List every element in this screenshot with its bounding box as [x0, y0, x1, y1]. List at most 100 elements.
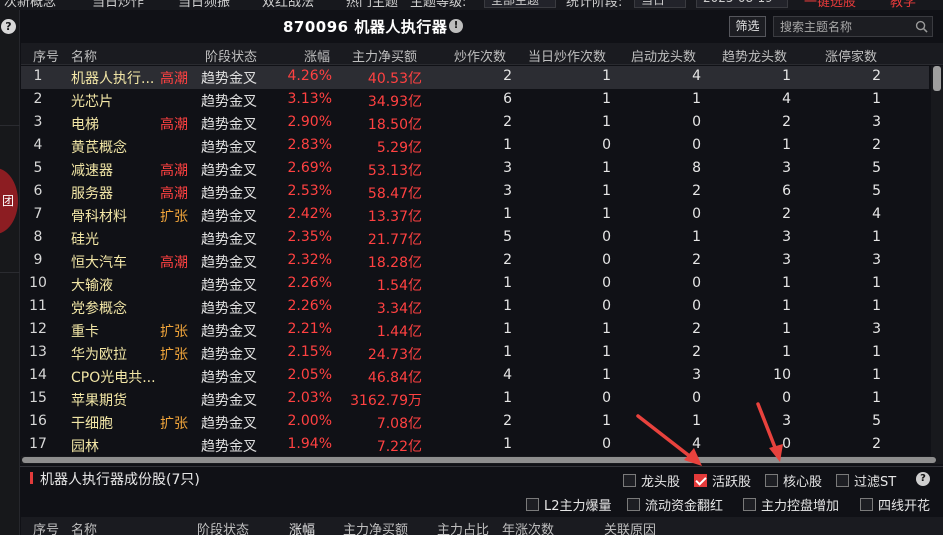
row-index: 5: [33, 160, 43, 176]
row-limit-up-count: 5: [872, 183, 881, 199]
row-hype-count: 3: [503, 160, 512, 176]
help-icon[interactable]: ?: [916, 472, 930, 486]
col-daily-hype-count[interactable]: 当日炒作次数: [528, 46, 606, 65]
table-row[interactable]: 17 园林 趋势金叉 1.94% 7.22亿 1 0 4 0 2: [21, 434, 929, 456]
col-start-leader[interactable]: 启动龙头数: [631, 46, 696, 65]
row-index: 2: [33, 91, 43, 107]
row-theme-name: CPO光电共...: [71, 370, 156, 386]
row-change-pct: 2.15%: [287, 344, 332, 360]
checkbox-box[interactable]: [526, 498, 539, 511]
table-row[interactable]: 13 华为欧拉 扩张 趋势金叉 2.15% 24.73亿 1 1 2 1 1: [21, 342, 929, 365]
table-row[interactable]: 7 骨科材料 扩张 趋势金叉 2.42% 13.37亿 1 1 0 2 4: [21, 204, 929, 227]
row-index: 15: [29, 390, 47, 406]
table-row[interactable]: 1 机器人执行... 高潮 趋势金叉 4.26% 40.53亿 2 1 4 1 2: [21, 66, 929, 89]
help-icon[interactable]: ?: [1, 19, 16, 34]
core-stock-checkbox[interactable]: 核心股: [765, 471, 822, 490]
top-toolbar: 次新概念 当日炒作 当日频振 双红战法 热门主题 主题等级: 全部主题 统计阶段…: [0, 0, 943, 10]
col-yearly-limit-count[interactable]: 年涨次数: [502, 519, 554, 535]
table-row[interactable]: 2 光芯片 趋势金叉 3.13% 34.93亿 6 1 1 4 1: [21, 89, 929, 112]
l2-volume-burst-checkbox[interactable]: L2主力爆量: [526, 495, 612, 514]
col-index[interactable]: 序号: [33, 519, 59, 535]
row-hype-count: 2: [503, 413, 512, 429]
table-row[interactable]: 3 电梯 高潮 趋势金叉 2.90% 18.50亿 2 1 0 2 3: [21, 112, 929, 135]
table-row[interactable]: 12 重卡 扩张 趋势金叉 2.21% 1.44亿 1 1 2 1 3: [21, 319, 929, 342]
row-change-pct: 2.69%: [287, 160, 332, 176]
search-icon[interactable]: [915, 20, 928, 33]
row-change-pct: 2.05%: [287, 367, 332, 383]
row-trend-leader-count: 1: [782, 321, 791, 337]
top-tab-daily-swing[interactable]: 当日频振: [178, 0, 230, 10]
table-row[interactable]: 11 党参概念 趋势金叉 2.26% 3.34亿 1 0 0 1 1: [21, 296, 929, 319]
table-row[interactable]: 10 大输液 趋势金叉 2.26% 1.54亿 1 0 0 1 1: [21, 273, 929, 296]
row-hype-count: 2: [503, 68, 512, 84]
col-limit-up[interactable]: 涨停家数: [825, 46, 877, 65]
row-daily-hype-count: 0: [602, 137, 611, 153]
vertical-scrollbar[interactable]: [931, 66, 943, 456]
row-stage-tag: 高潮: [160, 117, 188, 133]
search-input[interactable]: [774, 17, 932, 36]
col-hype-count[interactable]: 炒作次数: [454, 46, 506, 65]
date-picker[interactable]: 2025-08-19: [696, 0, 788, 8]
col-reason[interactable]: 关联原因: [604, 519, 656, 535]
row-trend-leader-count: 1: [782, 344, 791, 360]
top-tab-daily-hype[interactable]: 当日炒作: [92, 0, 144, 10]
table-row[interactable]: 15 苹果期货 趋势金叉 2.03% 3162.79万 1 0 0 0 1: [21, 388, 929, 411]
checkbox-box[interactable]: [627, 498, 640, 511]
col-change-sorted[interactable]: 涨幅: [289, 519, 315, 535]
col-net-buy[interactable]: 主力净买额: [352, 46, 417, 65]
active-stock-checkbox[interactable]: 活跃股: [694, 471, 751, 490]
liquidity-turn-red-checkbox[interactable]: 流动资金翻红: [627, 495, 723, 514]
col-main-ratio[interactable]: 主力占比: [437, 519, 489, 535]
horizontal-scroll-thumb[interactable]: [22, 457, 936, 463]
side-round-button[interactable]: 团: [0, 168, 18, 234]
constituents-table-header: 序号 名称 阶段状态 涨幅 主力净买额 主力占比 年涨次数 关联原因: [21, 517, 943, 535]
row-net-buy: 13.37亿: [367, 209, 422, 225]
table-row[interactable]: 16 干细胞 扩张 趋势金叉 2.00% 7.08亿 2 1 1 3 5: [21, 411, 929, 434]
filter-button[interactable]: 筛选: [729, 16, 766, 37]
checkbox-box[interactable]: [765, 474, 778, 487]
checkbox-box[interactable]: [743, 498, 756, 511]
col-change[interactable]: 涨幅: [304, 46, 330, 65]
table-row[interactable]: 6 服务器 高潮 趋势金叉 2.53% 58.47亿 3 1 2 6 5: [21, 181, 929, 204]
row-stage-status: 趋势金叉: [201, 140, 257, 156]
leader-stock-checkbox[interactable]: 龙头股: [623, 471, 680, 490]
row-daily-hype-count: 1: [602, 91, 611, 107]
col-net-buy[interactable]: 主力净买额: [343, 519, 408, 535]
row-net-buy: 3.34亿: [376, 301, 422, 317]
row-stage-status: 趋势金叉: [201, 347, 257, 363]
col-stage[interactable]: 阶段状态: [197, 519, 249, 535]
row-index: 8: [33, 229, 43, 245]
table-row[interactable]: 9 恒大汽车 高潮 趋势金叉 2.32% 18.28亿 2 0 2 3 3: [21, 250, 929, 273]
col-index[interactable]: 序号: [33, 46, 59, 65]
table-row[interactable]: 5 减速器 高潮 趋势金叉 2.69% 53.13亿 3 1 8 3 5: [21, 158, 929, 181]
col-name[interactable]: 名称: [71, 519, 97, 535]
col-name[interactable]: 名称: [71, 46, 97, 65]
checkbox-box[interactable]: [836, 474, 849, 487]
row-stage-status: 趋势金叉: [201, 324, 257, 340]
checkbox-box[interactable]: [860, 498, 873, 511]
col-trend-leader[interactable]: 趋势龙头数: [722, 46, 787, 65]
info-icon[interactable]: !: [449, 19, 463, 33]
table-row[interactable]: 8 硅光 趋势金叉 2.35% 21.77亿 5 0 1 3 1: [21, 227, 929, 250]
vertical-scroll-thumb[interactable]: [933, 66, 941, 91]
period-select[interactable]: 当日: [634, 0, 686, 8]
tutorial-button[interactable]: 教学: [890, 0, 916, 10]
main-control-increase-checkbox[interactable]: 主力控盘增加: [743, 495, 839, 514]
row-change-pct: 2.83%: [287, 137, 332, 153]
side-round-button-label: 团: [1, 194, 14, 208]
row-net-buy: 7.22亿: [376, 439, 422, 455]
filter-st-checkbox[interactable]: 过滤ST: [836, 471, 896, 490]
four-line-bloom-checkbox[interactable]: 四线开花: [860, 495, 930, 514]
table-row[interactable]: 14 CPO光电共... 趋势金叉 2.05% 46.84亿 4 1 3 10 1: [21, 365, 929, 388]
top-tab-new-concept[interactable]: 次新概念: [4, 0, 56, 10]
row-theme-name: 电梯: [71, 117, 99, 133]
table-row[interactable]: 4 黄芪概念 趋势金叉 2.83% 5.29亿 1 0 0 1 2: [21, 135, 929, 158]
col-stage[interactable]: 阶段状态: [205, 46, 257, 65]
row-limit-up-count: 1: [872, 367, 881, 383]
theme-level-select[interactable]: 全部主题: [484, 0, 556, 8]
top-tab-hot-theme[interactable]: 热门主题: [346, 0, 398, 10]
checkbox-box[interactable]: [623, 474, 636, 487]
checkbox-box-checked[interactable]: [694, 474, 707, 487]
one-click-select-button[interactable]: 一键选股: [804, 0, 856, 10]
top-tab-double-red[interactable]: 双红战法: [262, 0, 314, 10]
